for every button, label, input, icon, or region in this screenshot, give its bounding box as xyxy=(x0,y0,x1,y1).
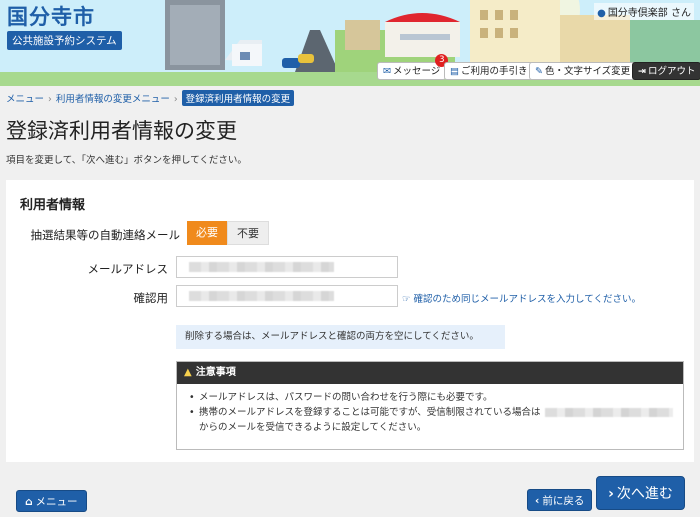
masked-domain xyxy=(544,408,673,417)
back-button[interactable]: ‹ 前に戻る xyxy=(527,489,593,511)
breadcrumb-current: 登録済利用者情報の変更 xyxy=(181,90,295,106)
menu-button-label: メニュー xyxy=(35,496,78,508)
site-logo[interactable]: 国分寺市 公共施設予約システム xyxy=(7,4,123,50)
breadcrumb: メニュー › 利用者情報の変更メニュー › 登録済利用者情報の変更 xyxy=(6,90,295,106)
logout-button[interactable]: ⇥ ログアウト xyxy=(632,62,700,80)
page-title: 登録済利用者情報の変更 xyxy=(6,119,237,143)
confirm-hint: ☞ 確認のため同じメールアドレスを入力してください。 xyxy=(402,291,641,305)
auto-mail-option-not-required[interactable]: 不要 xyxy=(227,221,269,245)
footer-bar: ⌂ メニュー ‹ 前に戻る › 次へ進む xyxy=(0,470,700,517)
notice-title: 注意事項 xyxy=(195,367,236,378)
logo-title: 国分寺市 xyxy=(7,5,95,29)
confirm-email-field[interactable] xyxy=(176,285,398,307)
breadcrumb-item-menu[interactable]: メニュー xyxy=(6,91,44,105)
section-title: 利用者情報 xyxy=(20,198,86,213)
brush-icon: ✎ xyxy=(535,66,543,77)
chevron-left-icon: ‹ xyxy=(535,495,540,507)
user-name-text: 国分寺倶楽部 さん xyxy=(607,8,691,19)
user-icon: ● xyxy=(597,8,606,19)
book-icon: ▤ xyxy=(450,66,459,77)
auto-mail-option-required[interactable]: 必要 xyxy=(187,221,227,245)
notice-header: ▲ 注意事項 xyxy=(177,362,683,384)
message-button-label: メッセージ xyxy=(392,66,441,77)
page-instruction: 項目を変更して、「次へ進む」ボタンを押してください。 xyxy=(6,155,247,166)
guide-button-label: ご利用の手引き xyxy=(460,66,528,77)
email-field[interactable] xyxy=(176,256,398,278)
logout-icon: ⇥ xyxy=(638,66,646,77)
next-button[interactable]: › 次へ進む xyxy=(596,476,685,510)
next-button-label: 次へ進む xyxy=(616,486,673,502)
delete-info-box: 削除する場合は、メールアドレスと確認の両方を空にしてください。 xyxy=(176,325,505,349)
home-icon: ⌂ xyxy=(25,496,33,508)
chevron-right-icon: › xyxy=(608,486,614,502)
user-info-panel: 利用者情報 抽選結果等の自動連絡メール 必要 不要 メールアドレス 確認用 ☞ 確… xyxy=(6,180,694,462)
display-settings-label: 色・文字サイズ変更 xyxy=(544,66,631,77)
confirm-email-masked-value xyxy=(189,291,334,301)
user-name: ● 国分寺倶楽部 さん xyxy=(594,3,694,20)
logout-button-label: ログアウト xyxy=(647,66,696,77)
menu-button[interactable]: ⌂ メニュー xyxy=(16,490,87,512)
notice-item: 携帯のメールアドレスを登録することは可能ですが、受信制限されている場合はからのメ… xyxy=(189,405,675,435)
back-button-label: 前に戻る xyxy=(542,495,585,507)
auto-mail-toggle: 必要 不要 xyxy=(187,221,269,245)
breadcrumb-separator: › xyxy=(48,94,52,105)
guide-button[interactable]: ▤ ご利用の手引き xyxy=(444,62,534,80)
logo-subtitle: 公共施設予約システム xyxy=(7,31,122,50)
warning-icon: ▲ xyxy=(184,367,192,378)
confirm-hint-text: 確認のため同じメールアドレスを入力してください。 xyxy=(413,294,641,305)
hand-pointer-icon: ☞ xyxy=(402,294,411,305)
site-header: 国分寺市 公共施設予約システム ● 国分寺倶楽部 さん ✉ メッセージ 3 ▤ ご利用… xyxy=(0,0,700,86)
auto-mail-label: 抽選結果等の自動連絡メール xyxy=(30,228,181,242)
email-label: メールアドレス xyxy=(87,262,169,276)
speech-bubble-icon: ✉ xyxy=(383,66,391,77)
confirm-email-label: 確認用 xyxy=(133,291,169,305)
notice-item: メールアドレスは、パスワードの問い合わせを行う際にも必要です。 xyxy=(189,390,675,405)
display-settings-button[interactable]: ✎ 色・文字サイズ変更 xyxy=(529,62,637,80)
notice-box: ▲注意事項 メールアドレスは、パスワードの問い合わせを行う際にも必要です。 携帯… xyxy=(176,361,684,450)
message-button[interactable]: ✉ メッセージ 3 xyxy=(377,54,449,80)
email-masked-value xyxy=(189,262,334,272)
breadcrumb-item-user-info-menu[interactable]: 利用者情報の変更メニュー xyxy=(56,91,170,105)
breadcrumb-separator: › xyxy=(173,94,178,105)
notice-list: メールアドレスは、パスワードの問い合わせを行う際にも必要です。 携帯のメールアド… xyxy=(177,384,683,435)
